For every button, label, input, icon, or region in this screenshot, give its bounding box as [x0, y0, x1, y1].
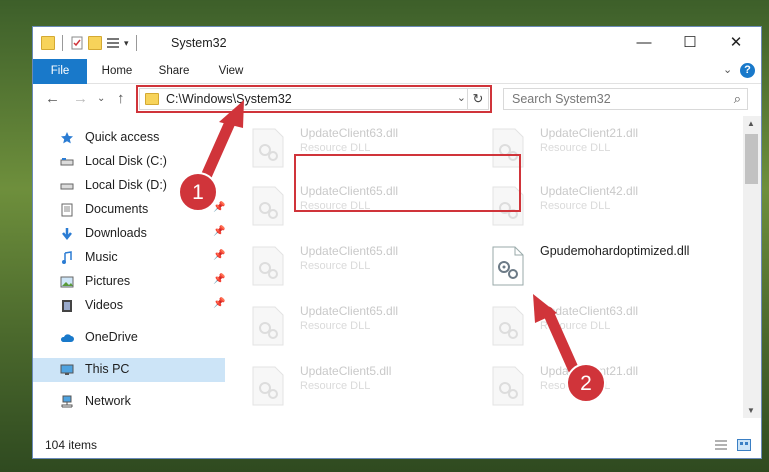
maximize-button[interactable]: ☐: [667, 27, 713, 57]
back-arrow-icon[interactable]: ←: [45, 90, 60, 107]
dll-file-icon: [492, 366, 524, 406]
sidebar-item-local-disk-d[interactable]: Local Disk (D:): [33, 174, 225, 198]
expand-ribbon-icon[interactable]: ⌄: [723, 63, 732, 76]
chevron-down-icon[interactable]: ▾: [124, 38, 129, 49]
tab-share[interactable]: Share: [153, 59, 195, 83]
scrollbar-thumb[interactable]: [745, 134, 758, 184]
videos-icon: [62, 300, 72, 312]
explorer-window: ▾ System32 — ☐ ✕ File Home Share View ⌄ …: [32, 26, 762, 459]
title-bar: ▾ System32 — ☐ ✕: [33, 27, 761, 59]
sidebar-item-quick-access[interactable]: Quick access: [33, 126, 225, 150]
close-button[interactable]: ✕: [713, 27, 759, 57]
computer-icon: [60, 364, 74, 375]
sidebar-item-downloads[interactable]: Downloads 📌: [33, 222, 225, 246]
sidebar-item-documents[interactable]: Documents 📌: [33, 198, 225, 222]
tab-view[interactable]: View: [211, 59, 251, 83]
dll-file-icon: [492, 306, 524, 346]
highlight-box-address: [136, 85, 492, 113]
network-icon: [61, 395, 73, 408]
minimize-button[interactable]: —: [621, 27, 667, 57]
cloud-icon: [60, 334, 74, 342]
pictures-icon: [60, 276, 74, 288]
customize-icon[interactable]: [106, 36, 120, 50]
details-view-icon[interactable]: [714, 439, 728, 451]
properties-icon[interactable]: [70, 36, 84, 50]
dll-file-icon: [252, 306, 284, 346]
sidebar-item-videos[interactable]: Videos 📌: [33, 294, 225, 318]
file-item[interactable]: UpdateClient65.dll Resource DLL: [229, 298, 459, 358]
file-item[interactable]: UpdateClient65.dll Resource DLL: [229, 238, 459, 298]
quick-access-toolbar: ▾: [41, 35, 140, 51]
documents-icon: [61, 203, 73, 217]
sidebar-item-music[interactable]: Music 📌: [33, 246, 225, 270]
dll-file-icon: [252, 366, 284, 406]
up-arrow-icon[interactable]: ↑: [117, 90, 125, 107]
navigation-pane: Quick access Local Disk (C:) Local Disk …: [33, 116, 225, 418]
pin-icon[interactable]: 📌: [213, 298, 225, 309]
tab-home[interactable]: Home: [97, 59, 137, 83]
large-icons-view-icon[interactable]: [737, 439, 751, 451]
scroll-up-icon[interactable]: ▲: [747, 119, 755, 128]
dll-file-icon: [492, 246, 524, 286]
star-icon: [61, 132, 73, 144]
search-input[interactable]: Search System32 ⌕: [503, 88, 748, 110]
vertical-scrollbar[interactable]: ▲ ▼: [743, 116, 761, 418]
dll-file-icon: [252, 186, 284, 226]
highlight-box-file: [294, 154, 521, 212]
scroll-down-icon[interactable]: ▼: [747, 406, 755, 415]
download-icon: [62, 228, 72, 241]
ribbon: File Home Share View ⌄ ?: [33, 59, 761, 119]
item-count: 104 items: [45, 438, 98, 452]
dll-file-icon: [252, 128, 284, 168]
drive-icon: [60, 183, 74, 190]
sidebar-item-local-disk-c[interactable]: Local Disk (C:): [33, 150, 225, 174]
pin-icon[interactable]: 📌: [213, 250, 225, 261]
help-button[interactable]: ?: [740, 63, 755, 78]
music-icon: [62, 251, 72, 264]
new-folder-icon[interactable]: [88, 36, 102, 50]
search-icon: ⌕: [733, 91, 741, 106]
status-bar: 104 items: [33, 433, 761, 458]
file-item[interactable]: UpdateClient5.dll Resource DLL: [229, 358, 459, 418]
sidebar-item-pictures[interactable]: Pictures 📌: [33, 270, 225, 294]
drive-icon: [60, 158, 74, 166]
sidebar-item-onedrive[interactable]: OneDrive: [33, 326, 225, 350]
pin-icon[interactable]: 📌: [213, 202, 225, 213]
search-placeholder: Search System32: [512, 92, 611, 106]
pin-icon[interactable]: 📌: [213, 226, 225, 237]
dll-file-icon: [252, 246, 284, 286]
file-item[interactable]: UpdateClient21.dll Resource DLL: [469, 358, 699, 418]
file-item[interactable]: UpdateClient63.dll Resource DLL: [469, 298, 699, 358]
navigation-bar: ← → ⌄ ↑ C:\Windows\System32 ⌄ ↻ Search S…: [33, 84, 761, 116]
forward-arrow-icon[interactable]: →: [73, 90, 88, 107]
window-title: System32: [171, 36, 227, 50]
recent-locations-icon[interactable]: ⌄: [97, 93, 105, 104]
sidebar-item-this-pc[interactable]: This PC: [33, 358, 225, 382]
pin-icon[interactable]: 📌: [213, 274, 225, 285]
sidebar-item-network[interactable]: Network: [33, 390, 225, 414]
folder-icon[interactable]: [41, 36, 55, 50]
file-item-gpudemohardoptimized[interactable]: Gpudemohardoptimized.dll: [469, 238, 699, 298]
